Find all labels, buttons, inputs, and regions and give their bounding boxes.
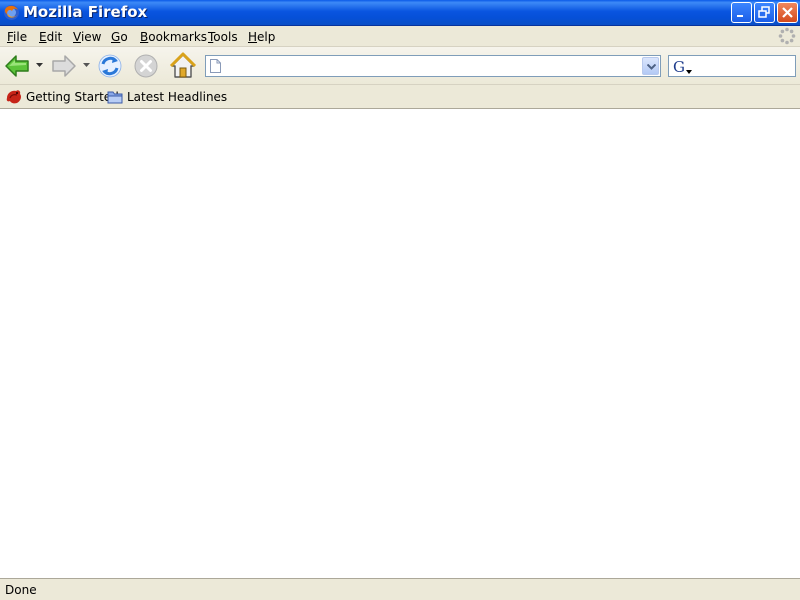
svg-text:G: G <box>673 58 685 75</box>
throbber-icon <box>778 27 796 45</box>
bookmark-label: Latest Headlines <box>127 90 228 104</box>
bookmarks-toolbar: Getting Started Latest Headlines <box>0 85 800 109</box>
home-icon[interactable] <box>169 52 197 80</box>
close-icon <box>782 7 793 18</box>
menu-help[interactable]: Help <box>248 30 275 44</box>
firefox-bookmark-icon <box>6 90 21 104</box>
minimize-icon <box>737 15 743 17</box>
minimize-button[interactable] <box>731 2 752 23</box>
menu-bar: File Edit View Go Bookmarks Tools Help <box>0 26 800 47</box>
forward-dropdown-icon[interactable] <box>83 63 90 68</box>
close-button[interactable] <box>777 2 798 23</box>
bookmark-label: Getting Started <box>26 90 119 104</box>
url-input[interactable] <box>226 56 640 76</box>
title-bar[interactable]: Mozilla Firefox <box>0 0 800 26</box>
reload-icon[interactable] <box>96 52 124 80</box>
status-text: Done <box>5 583 37 597</box>
search-input[interactable] <box>693 56 793 76</box>
status-bar: Done <box>0 578 800 600</box>
menu-edit[interactable]: Edit <box>39 30 62 44</box>
menu-view[interactable]: View <box>73 30 101 44</box>
window-title: Mozilla Firefox <box>23 3 148 21</box>
restore-button[interactable] <box>754 2 775 23</box>
page-content[interactable] <box>0 109 800 578</box>
menu-file[interactable]: File <box>7 30 27 44</box>
navigation-toolbar: G <box>0 47 800 85</box>
chevron-down-icon <box>647 64 656 70</box>
url-dropdown-button[interactable] <box>642 57 659 75</box>
bookmark-latest-headlines[interactable]: Latest Headlines <box>107 89 227 105</box>
menu-go[interactable]: Go <box>111 30 128 44</box>
restore-icon <box>758 6 770 18</box>
address-bar <box>205 55 661 77</box>
page-icon <box>210 59 221 73</box>
livemark-folder-icon <box>107 91 123 104</box>
back-dropdown-icon[interactable] <box>36 63 43 68</box>
back-arrow-icon[interactable] <box>3 52 31 80</box>
bookmark-getting-started[interactable]: Getting Started <box>6 89 119 105</box>
forward-arrow-icon[interactable] <box>50 52 78 80</box>
stop-icon[interactable] <box>132 52 160 80</box>
firefox-icon <box>4 5 19 20</box>
search-bar: G <box>668 55 796 77</box>
menu-bookmarks[interactable]: Bookmarks <box>140 30 207 44</box>
google-icon[interactable]: G <box>672 58 692 75</box>
menu-tools[interactable]: Tools <box>208 30 238 44</box>
